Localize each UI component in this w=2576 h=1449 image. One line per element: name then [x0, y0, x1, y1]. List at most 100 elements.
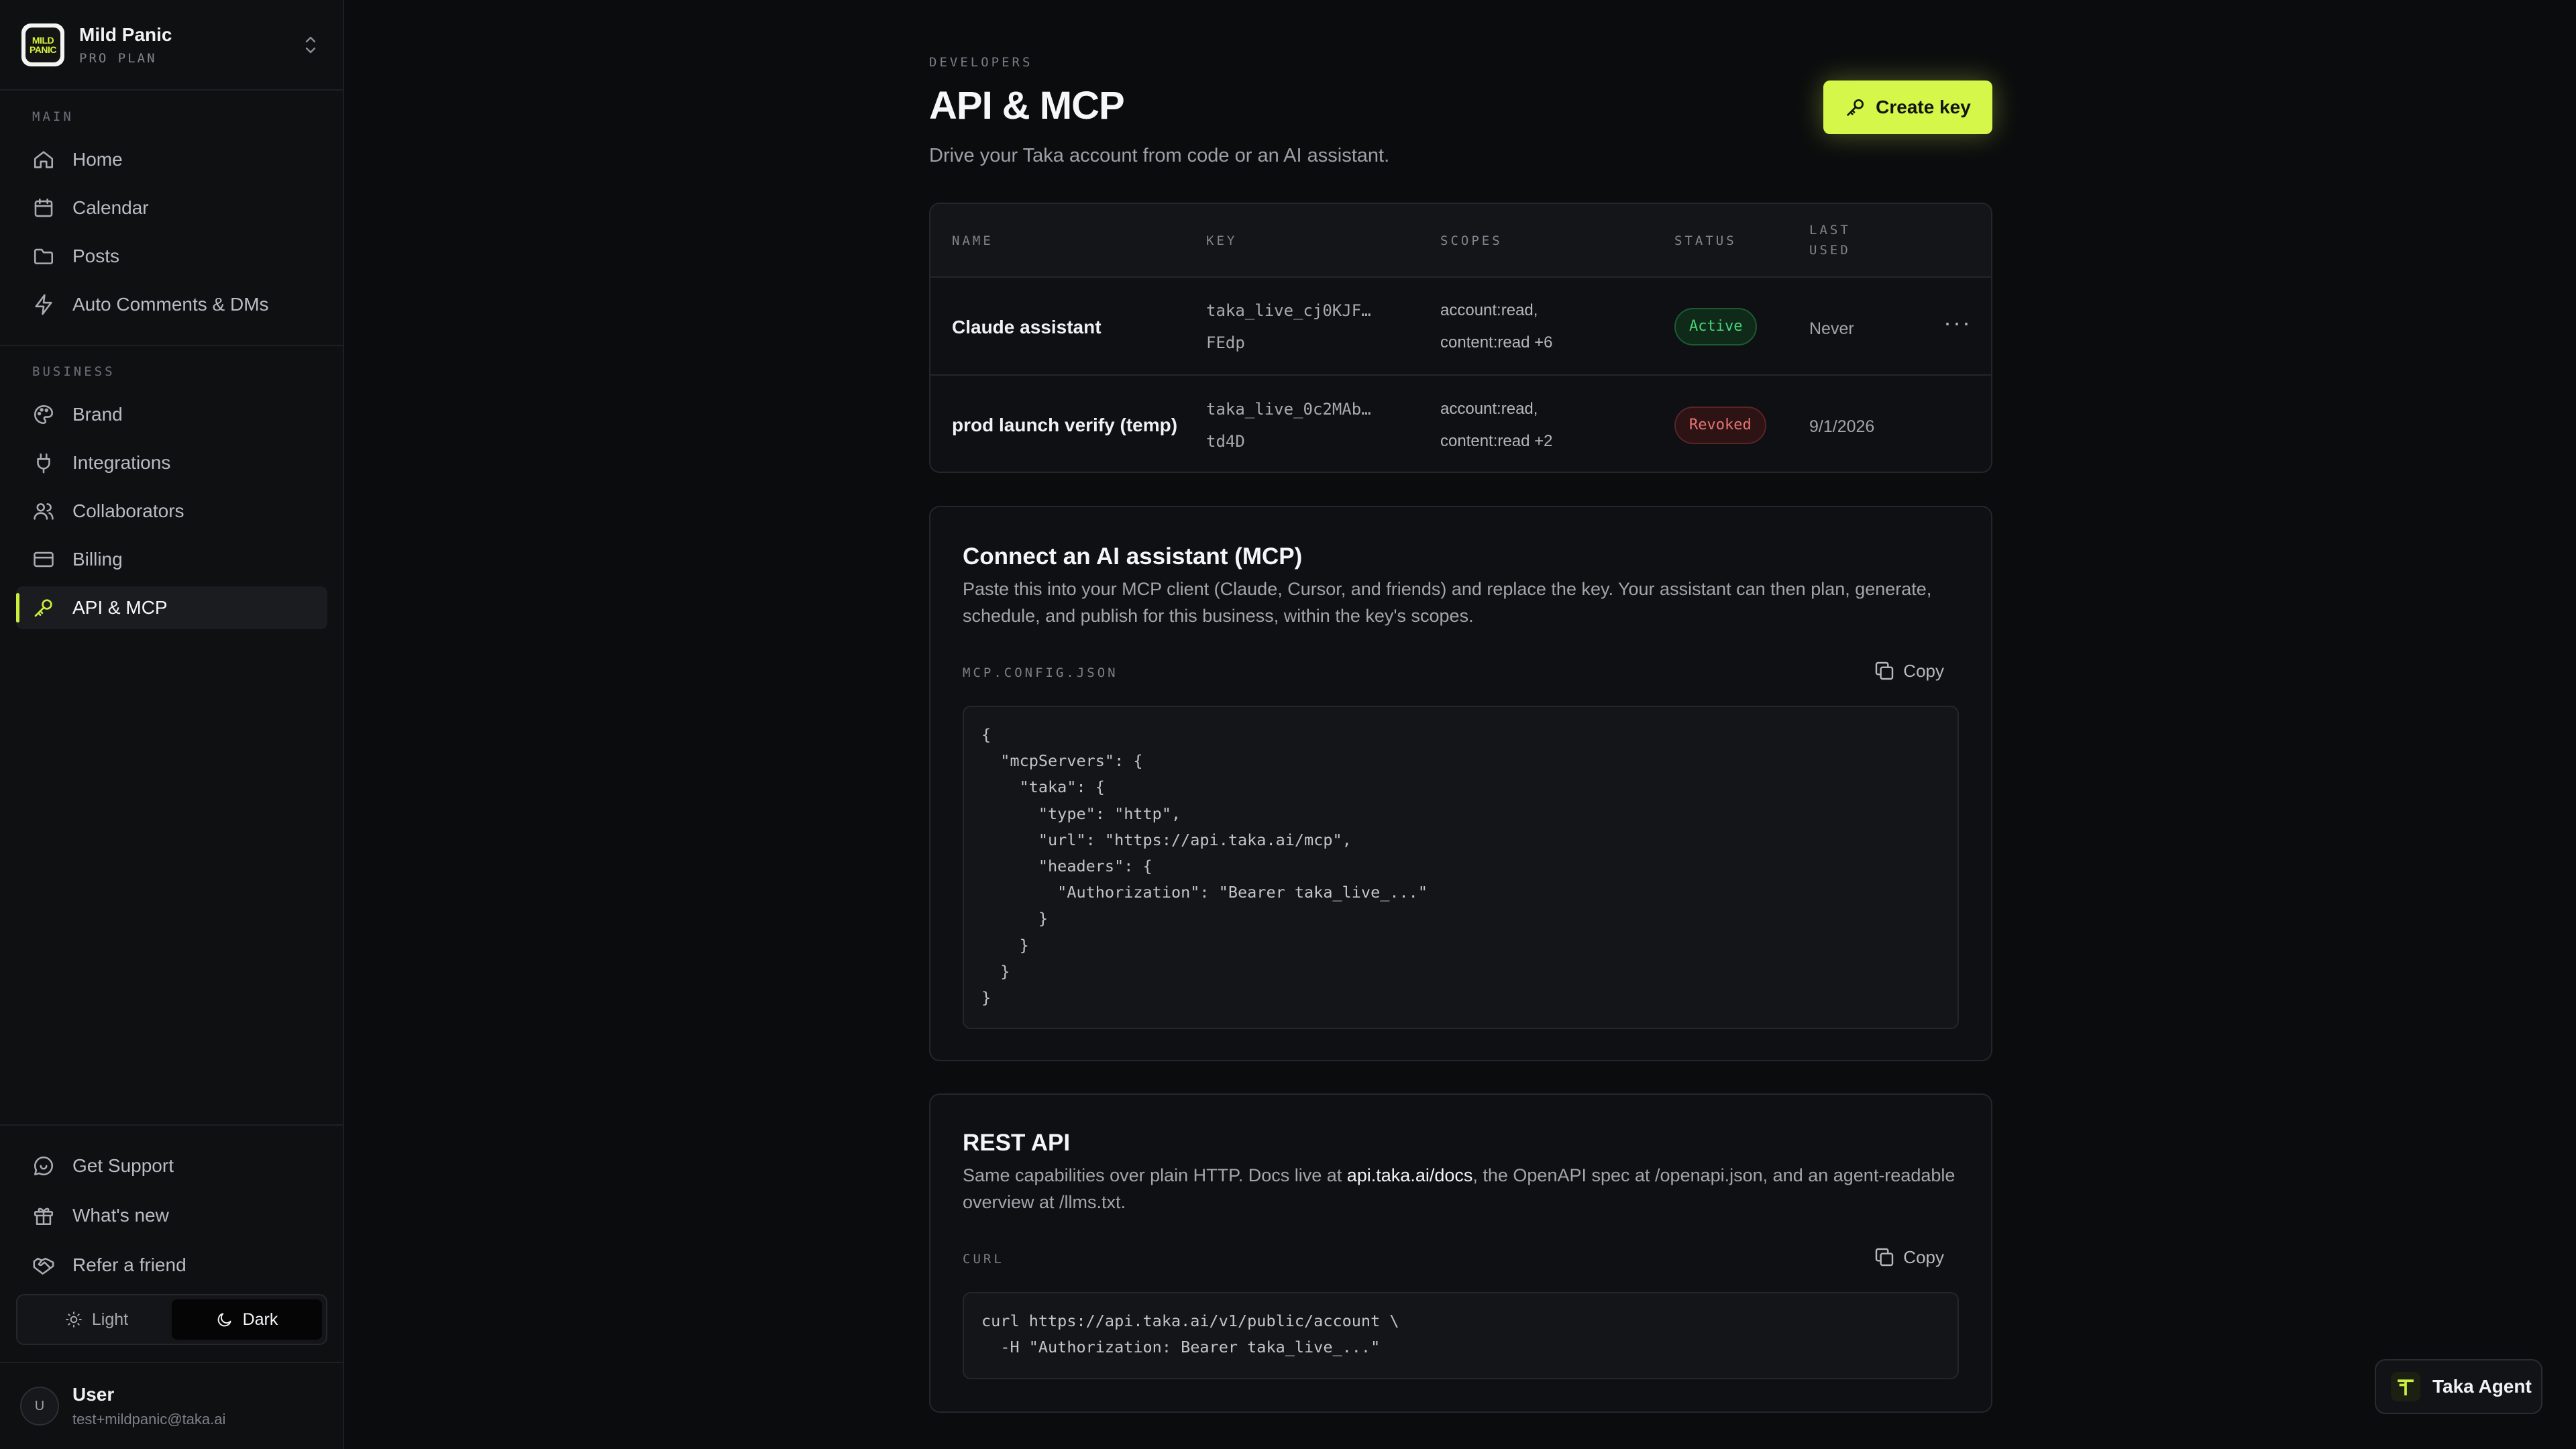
sidebar-item-integrations[interactable]: Integrations — [16, 441, 327, 484]
taka-agent-button[interactable]: Taka Agent — [2375, 1359, 2542, 1414]
sidebar-item-label: Collaborators — [72, 500, 184, 521]
plug-icon — [37, 453, 50, 474]
copy-icon — [1876, 1248, 1894, 1267]
sidebar-item-posts[interactable]: Posts — [16, 235, 327, 278]
row-actions-menu[interactable]: ··· — [1943, 309, 1972, 337]
theme-light-button[interactable]: Light — [21, 1299, 172, 1340]
palette-icon — [34, 405, 54, 425]
sidebar-item-label: Auto Comments & DMs — [72, 294, 269, 315]
column-header-last: LAST — [1809, 223, 1851, 237]
status-cell: Revoked — [1674, 407, 1766, 444]
theme-dark-button[interactable]: Dark — [172, 1299, 322, 1340]
last-used: Never — [1809, 319, 1854, 338]
credit-card-icon — [34, 551, 54, 568]
sidebar-item-label: Home — [72, 149, 123, 170]
lightning-icon — [35, 294, 52, 315]
workspace-logo: MILD PANIC — [21, 23, 64, 66]
key-value-line: td4D — [1206, 432, 1245, 451]
sidebar-item-brand[interactable]: Brand — [16, 393, 327, 436]
rest-card-title: REST API — [963, 1130, 1071, 1156]
logo-text-line-1: MILD — [32, 34, 54, 46]
sidebar-item-label: API & MCP — [72, 597, 168, 618]
sidebar-item-label: Calendar — [72, 197, 149, 218]
api-keys-table: NAME KEY SCOPES STATUS LAST USED Claude … — [929, 203, 1992, 473]
copy-label: Copy — [1903, 1246, 1944, 1267]
chevron-up-down-icon — [305, 36, 316, 54]
sidebar-item-label: Refer a friend — [72, 1254, 186, 1275]
page-title: API & MCP — [929, 84, 1125, 127]
key-icon — [1847, 99, 1864, 116]
sidebar-divider — [0, 345, 343, 346]
sidebar-item-get-support[interactable]: Get Support — [16, 1144, 327, 1187]
sidebar-item-home[interactable]: Home — [16, 138, 327, 181]
scope-line: content:read +6 — [1440, 333, 1553, 352]
sidebar: MILD PANIC Mild Panic PRO PLAN MAIN Home… — [0, 0, 344, 1449]
sidebar-item-collaborators[interactable]: Collaborators — [16, 490, 327, 533]
scope-line: account:read, — [1440, 400, 1538, 418]
gift-icon — [34, 1208, 54, 1226]
code-text: curl https://api.taka.ai/v1/public/accou… — [981, 1311, 1399, 1357]
workspace-plan: PRO PLAN — [79, 50, 157, 66]
key-value: taka_live_0c2MAb… td4D — [1206, 393, 1371, 458]
sidebar-item-billing[interactable]: Billing — [16, 538, 327, 581]
theme-light-label: Light — [91, 1309, 129, 1329]
sidebar-item-label: Posts — [72, 246, 120, 266]
chat-icon — [34, 1156, 53, 1176]
home-icon — [34, 151, 54, 168]
section-label-main: MAIN — [32, 109, 74, 124]
user-menu[interactable]: U User test+mildpanic@taka.ai — [0, 1362, 343, 1449]
sidebar-item-label: Integrations — [72, 452, 171, 473]
key-scopes: account:read, content:read +6 — [1440, 294, 1552, 359]
code-text: { "mcpServers": { "taka": { "type": "htt… — [981, 725, 1428, 1008]
scope-line: account:read, — [1440, 301, 1538, 319]
key-name: Claude assistant — [952, 317, 1102, 337]
sidebar-item-label: Get Support — [72, 1155, 174, 1176]
table-row: prod launch verify (temp) taka_live_0c2M… — [930, 377, 1991, 472]
rest-card-description: Same capabilities over plain HTTP. Docs … — [963, 1162, 1962, 1216]
key-value-line: FEdp — [1206, 333, 1245, 352]
rest-api-card: REST API Same capabilities over plain HT… — [929, 1093, 1992, 1413]
theme-toggle: Light Dark — [16, 1294, 327, 1345]
column-header-status: STATUS — [1674, 233, 1737, 248]
table-header: NAME KEY SCOPES STATUS LAST USED — [930, 204, 1991, 278]
scope-line: content:read +2 — [1440, 432, 1553, 450]
docs-link[interactable]: api.taka.ai/docs — [1347, 1165, 1473, 1185]
workspace-name: Mild Panic — [79, 23, 172, 45]
status-badge: Active — [1674, 308, 1758, 345]
sidebar-item-label: Brand — [72, 404, 123, 425]
sidebar-item-auto-comments[interactable]: Auto Comments & DMs — [16, 283, 327, 326]
mcp-code-label: MCP.CONFIG.JSON — [963, 665, 1118, 680]
desc-text: Same capabilities over plain HTTP. Docs … — [963, 1165, 1347, 1185]
page-eyebrow: DEVELOPERS — [929, 55, 1033, 70]
sidebar-item-label: Billing — [72, 549, 123, 570]
mcp-card: Connect an AI assistant (MCP) Paste this… — [929, 506, 1992, 1061]
curl-copy-button[interactable]: Copy — [1874, 1246, 1944, 1268]
sidebar-item-api-mcp[interactable]: API & MCP — [16, 586, 327, 629]
mcp-card-title: Connect an AI assistant (MCP) — [963, 543, 1303, 570]
user-name: User — [72, 1384, 115, 1405]
sidebar-item-calendar[interactable]: Calendar — [16, 186, 327, 229]
workspace-switcher[interactable]: MILD PANIC Mild Panic PRO PLAN — [0, 0, 343, 91]
handshake-icon — [33, 1257, 54, 1275]
sidebar-item-refer-friend[interactable]: Refer a friend — [16, 1244, 327, 1287]
key-scopes: account:read, content:read +2 — [1440, 393, 1552, 458]
curl-code[interactable]: curl https://api.taka.ai/v1/public/accou… — [963, 1292, 1959, 1379]
status-cell: Active — [1674, 308, 1758, 345]
logo-text-line-2: PANIC — [29, 44, 57, 55]
sidebar-item-whats-new[interactable]: What's new — [16, 1194, 327, 1237]
sidebar-item-label: What's new — [72, 1205, 169, 1226]
moon-icon — [217, 1313, 231, 1327]
key-name: prod launch verify (temp) — [952, 415, 1178, 435]
create-key-button[interactable]: Create key — [1823, 80, 1992, 134]
mcp-config-code[interactable]: { "mcpServers": { "taka": { "type": "htt… — [963, 706, 1959, 1029]
taka-logo-icon — [2391, 1372, 2420, 1401]
users-icon — [34, 503, 54, 520]
mcp-copy-button[interactable]: Copy — [1874, 660, 1944, 682]
key-value-line: taka_live_0c2MAb… — [1206, 400, 1371, 419]
sun-icon — [66, 1311, 82, 1328]
key-value-line: taka_live_cj0KJF… — [1206, 301, 1371, 320]
folder-icon — [34, 248, 54, 264]
key-value: taka_live_cj0KJF… FEdp — [1206, 294, 1371, 359]
table-row: Claude assistant taka_live_cj0KJF… FEdp … — [930, 278, 1991, 376]
column-header-name: NAME — [952, 233, 994, 248]
